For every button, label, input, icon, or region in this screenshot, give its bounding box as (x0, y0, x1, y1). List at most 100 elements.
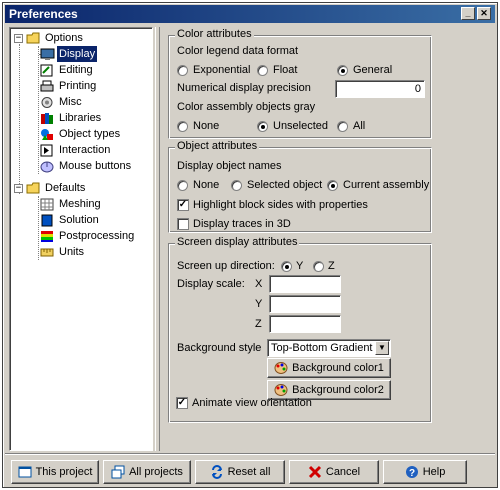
footer-bar: This project All projects Reset all Canc… (5, 453, 495, 487)
tree-label: Units (59, 246, 85, 258)
tree-item-mouse-buttons[interactable]: Mouse buttons (32, 158, 133, 174)
scale-y-input[interactable] (269, 295, 341, 313)
misc-icon (40, 96, 54, 109)
radio-float[interactable] (257, 65, 268, 76)
precision-input[interactable]: 0 (335, 80, 425, 98)
help-button[interactable]: ? Help (383, 460, 467, 484)
postprocessing-icon (40, 230, 54, 243)
tree-label: Meshing (59, 198, 101, 210)
radio-gray-unselected[interactable] (257, 121, 268, 132)
object-types-icon (40, 128, 54, 141)
tree-line (19, 44, 20, 194)
highlight-checkbox[interactable]: ✓ (177, 199, 189, 211)
solution-icon (40, 214, 54, 227)
units-icon (40, 246, 54, 259)
folder-open-icon (26, 182, 40, 195)
radio-gray-none[interactable] (177, 121, 188, 132)
object-attributes-group: Object attributes Display object names N… (168, 140, 432, 233)
radio-label: Z (328, 260, 335, 272)
tree-label: Defaults (45, 182, 86, 194)
tree-label: Display (57, 46, 98, 62)
tree-node-defaults[interactable]: − Defaults (14, 180, 87, 196)
scale-x-input[interactable] (269, 275, 341, 293)
highlight-label: Highlight block sides with properties (193, 199, 368, 211)
radio-exponential[interactable] (177, 65, 188, 76)
tree-item-display[interactable]: Display (32, 46, 98, 62)
tree-label: Mouse buttons (59, 160, 132, 172)
tree-label: Misc (59, 96, 82, 108)
mesh-icon (40, 198, 54, 211)
radio-gray-all[interactable] (337, 121, 348, 132)
radio-up-y[interactable] (281, 261, 292, 272)
collapse-icon[interactable]: − (14, 33, 23, 43)
group-title: Color attributes (175, 28, 254, 40)
tree-item-editing[interactable]: Editing (32, 62, 95, 78)
radio-general[interactable] (337, 65, 348, 76)
tree-item-interaction[interactable]: Interaction (32, 142, 112, 158)
close-icon: ✕ (480, 8, 488, 18)
panel-splitter[interactable] (155, 27, 160, 451)
scale-z-input[interactable] (269, 315, 341, 333)
this-project-button[interactable]: This project (11, 460, 99, 484)
folder-open-icon (26, 32, 40, 45)
tree-item-postprocessing[interactable]: Postprocessing (32, 228, 136, 244)
screen-display-attributes-group: Screen display attributes Screen up dire… (168, 236, 432, 423)
tree-label: Interaction (59, 144, 111, 156)
background-color1-button[interactable]: Background color1 (267, 358, 391, 378)
tree-item-libraries[interactable]: Libraries (32, 110, 103, 126)
radio-label: Current assembly (343, 179, 430, 191)
tree-label: Libraries (59, 112, 102, 124)
preferences-window: Preferences _ ✕ − Options Display Editin… (2, 2, 498, 488)
radio-names-selected-object[interactable] (231, 180, 242, 191)
radio-label: None (193, 179, 220, 191)
traces-label: Display traces in 3D (193, 218, 291, 230)
radio-names-none[interactable] (177, 180, 188, 191)
cancel-button[interactable]: Cancel (289, 460, 379, 484)
tree-label: Editing (59, 64, 93, 76)
button-label: Cancel (325, 466, 361, 478)
up-direction-label: Screen up direction: (177, 260, 275, 272)
button-label: Background color1 (292, 362, 384, 374)
tree-node-options[interactable]: − Options (14, 30, 85, 46)
background-style-select[interactable]: Top-Bottom Gradient ▼ (267, 339, 391, 357)
animate-checkbox[interactable]: ✓ (176, 397, 188, 409)
radio-label: None (193, 120, 220, 132)
button-label: Help (422, 466, 446, 478)
tree-item-units[interactable]: Units (32, 244, 86, 260)
windows-stack-icon (111, 465, 125, 479)
button-label: Reset all (227, 466, 271, 478)
reset-all-button[interactable]: Reset all (195, 460, 285, 484)
reset-icon (210, 465, 224, 479)
radio-up-z[interactable] (313, 261, 324, 272)
group-title: Object attributes (175, 140, 260, 152)
legend-format-label: Color legend data format (177, 45, 299, 57)
gray-label: Color assembly objects gray (177, 101, 316, 113)
collapse-icon[interactable]: − (14, 183, 23, 193)
tree-item-printing[interactable]: Printing (32, 78, 98, 94)
button-label: Background color2 (292, 384, 384, 396)
minimize-button[interactable]: _ (461, 7, 475, 20)
tree-item-solution[interactable]: Solution (32, 212, 101, 228)
chevron-down-icon[interactable]: ▼ (375, 341, 389, 355)
radio-label: Selected object (247, 179, 323, 191)
traces-checkbox[interactable] (177, 218, 189, 230)
palette-icon (274, 383, 288, 397)
radio-label: Unselected (273, 120, 329, 132)
radio-label: General (353, 64, 393, 76)
preferences-tree[interactable]: − Options Display Editing Printing Misc … (9, 27, 153, 451)
tree-item-object-types[interactable]: Object types (32, 126, 122, 142)
tree-item-misc[interactable]: Misc (32, 94, 84, 110)
radio-label: All (353, 120, 366, 132)
selected-value: Top-Bottom Gradient (271, 342, 373, 354)
radio-names-current-assembly[interactable] (327, 180, 338, 191)
tree-label: Object types (59, 128, 121, 140)
title-bar[interactable]: Preferences _ ✕ (5, 5, 495, 23)
check-icon: ✓ (178, 199, 188, 210)
tree-item-meshing[interactable]: Meshing (32, 196, 103, 212)
interaction-icon (40, 144, 54, 157)
printer-icon (40, 80, 54, 93)
radio-label: Float (273, 64, 298, 76)
display-settings-panel: Color attributes Color legend data forma… (162, 27, 495, 451)
all-projects-button[interactable]: All projects (103, 460, 191, 484)
close-button[interactable]: ✕ (477, 7, 491, 20)
